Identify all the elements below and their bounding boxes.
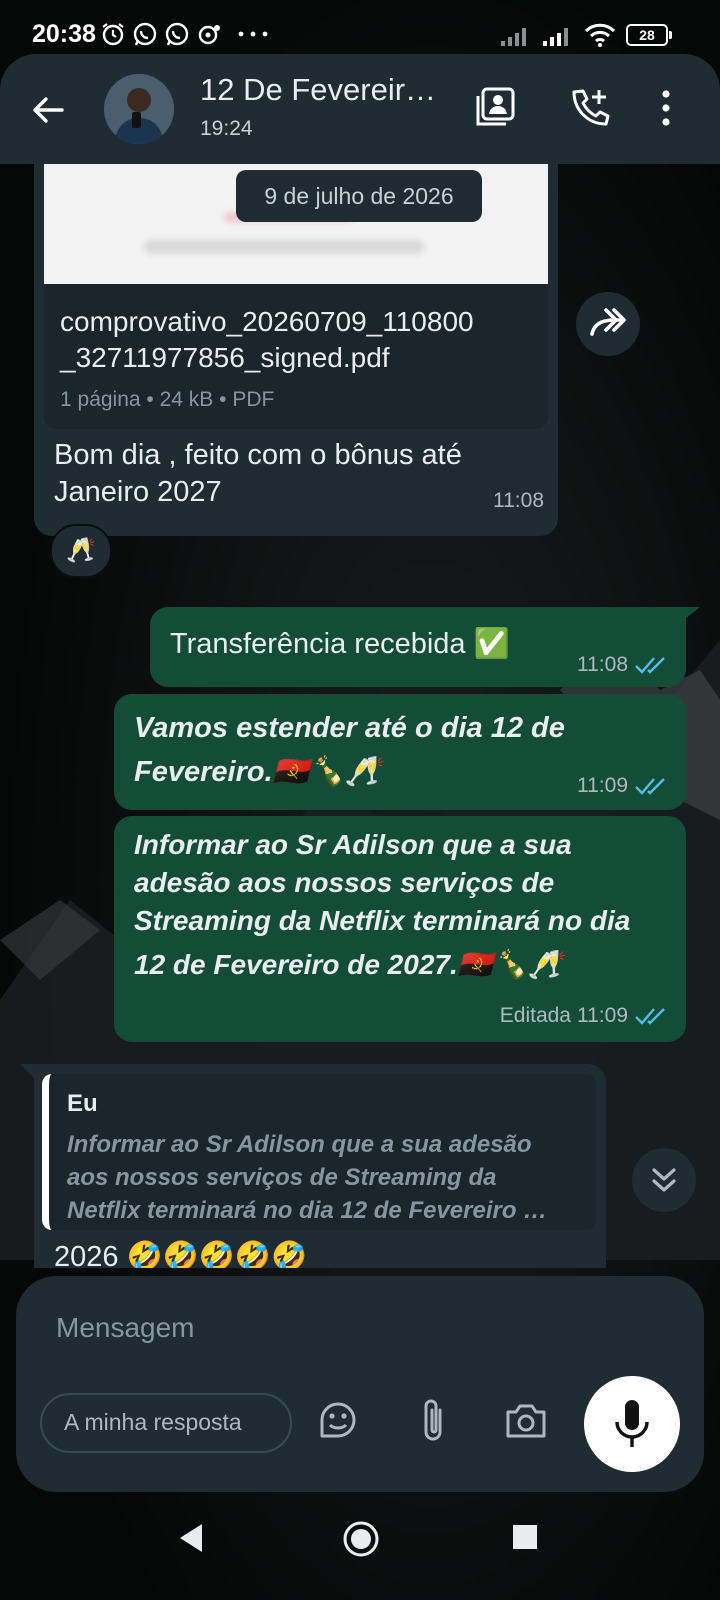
double-check-icon [635,657,665,674]
signal-icon [501,28,526,46]
message-composer: Mensagem A minha resposta [16,1276,704,1492]
double-check-icon [635,778,665,795]
alarm-icon [102,23,124,46]
overflow-menu-icon[interactable] [660,88,672,128]
document-pages: 1 página [60,388,141,411]
double-check-icon [635,1008,665,1025]
message-input[interactable]: Mensagem [56,1312,195,1344]
nav-home-icon[interactable] [342,1520,380,1558]
chat-bot-icon [198,25,220,45]
scroll-to-bottom-button[interactable] [632,1148,696,1212]
document-size: 24 kB [159,388,214,411]
document-meta: 1 página • 24 kB • PDF [60,388,275,411]
message-text: Informar ao Sr Adilson que a sua adesão … [134,829,631,980]
message-text: Vamos estender até o dia 12 de Fevereiro… [134,712,565,788]
mic-button[interactable] [584,1376,680,1472]
battery-level: 28 [639,27,655,43]
message-time: 11:08 [577,653,628,676]
document-type: PDF [232,388,275,411]
chat-subtitle: 19:24 [200,117,253,140]
message-time: 11:08 [493,489,544,512]
contact-card-icon[interactable] [474,86,518,130]
wifi-icon [584,23,616,47]
document-info[interactable]: comprovativo_20260709_110800 _3271197785… [44,284,548,429]
whatsapp-icon [165,22,189,46]
quoted-message[interactable]: Eu Informar ao Sr Adilson que a sua ades… [42,1074,596,1230]
reaction-badge[interactable]: 🥂 [50,524,112,578]
more-dots-icon [238,31,268,37]
message-meta: 11:08 [577,653,668,677]
mic-icon [615,1400,649,1447]
camera-icon[interactable] [504,1398,548,1442]
message-text: Transferência recebida ✅ [170,628,510,660]
signal-icon [543,28,568,46]
status-time: 20:38 [32,20,96,48]
date-chip: 9 de julho de 2026 [236,170,482,222]
quick-reply-chip[interactable]: A minha resposta [40,1393,292,1453]
quoted-author: Eu [67,1090,98,1117]
outgoing-message[interactable]: Transferência recebida ✅ 11:08 [150,607,700,687]
back-arrow-icon[interactable] [28,90,68,130]
add-call-icon[interactable] [568,86,612,130]
message-text: Bom dia , feito com o bônus até Janeiro … [54,439,462,508]
chevron-down-double-icon [652,1168,676,1192]
system-nav-bar [0,1500,720,1600]
nav-recents-icon[interactable] [512,1524,538,1550]
avatar[interactable] [104,74,174,144]
battery-icon: 28 [626,24,672,46]
whatsapp-icon [133,22,157,46]
outgoing-message[interactable]: Vamos estender até o dia 12 de Fevereiro… [114,694,686,810]
message-time: 11:09 [577,1004,628,1027]
incoming-reply-message[interactable]: Eu Informar ao Sr Adilson que a sua ades… [20,1064,606,1268]
document-filename-continued: _32711977856_signed.pdf [60,342,390,373]
chat-title[interactable]: 12 De Fevereir… [200,72,436,108]
quick-reply-label: A minha resposta [64,1409,242,1435]
attach-icon[interactable] [412,1396,456,1444]
message-list[interactable]: comprovativo_20260709_110800 _3271197785… [0,164,720,1268]
forward-icon [590,308,626,336]
sticker-icon[interactable] [316,1398,360,1442]
forward-button[interactable] [576,292,640,356]
message-time: 11:09 [577,774,628,797]
chat-header: 12 De Fevereir… 19:24 [0,54,720,164]
message-meta: Editada 11:09 [500,1004,668,1028]
quoted-text: Informar ao Sr Adilson que a sua adesão … [67,1131,548,1224]
document-filename: comprovativo_20260709_110800 [60,306,474,337]
edited-label: Editada [499,1004,571,1027]
outgoing-message[interactable]: Informar ao Sr Adilson que a sua adesão … [114,816,686,1042]
message-text: 2026 🤣🤣🤣🤣🤣 [54,1241,308,1268]
nav-back-icon[interactable] [176,1522,206,1554]
message-meta: 11:09 [577,774,668,798]
